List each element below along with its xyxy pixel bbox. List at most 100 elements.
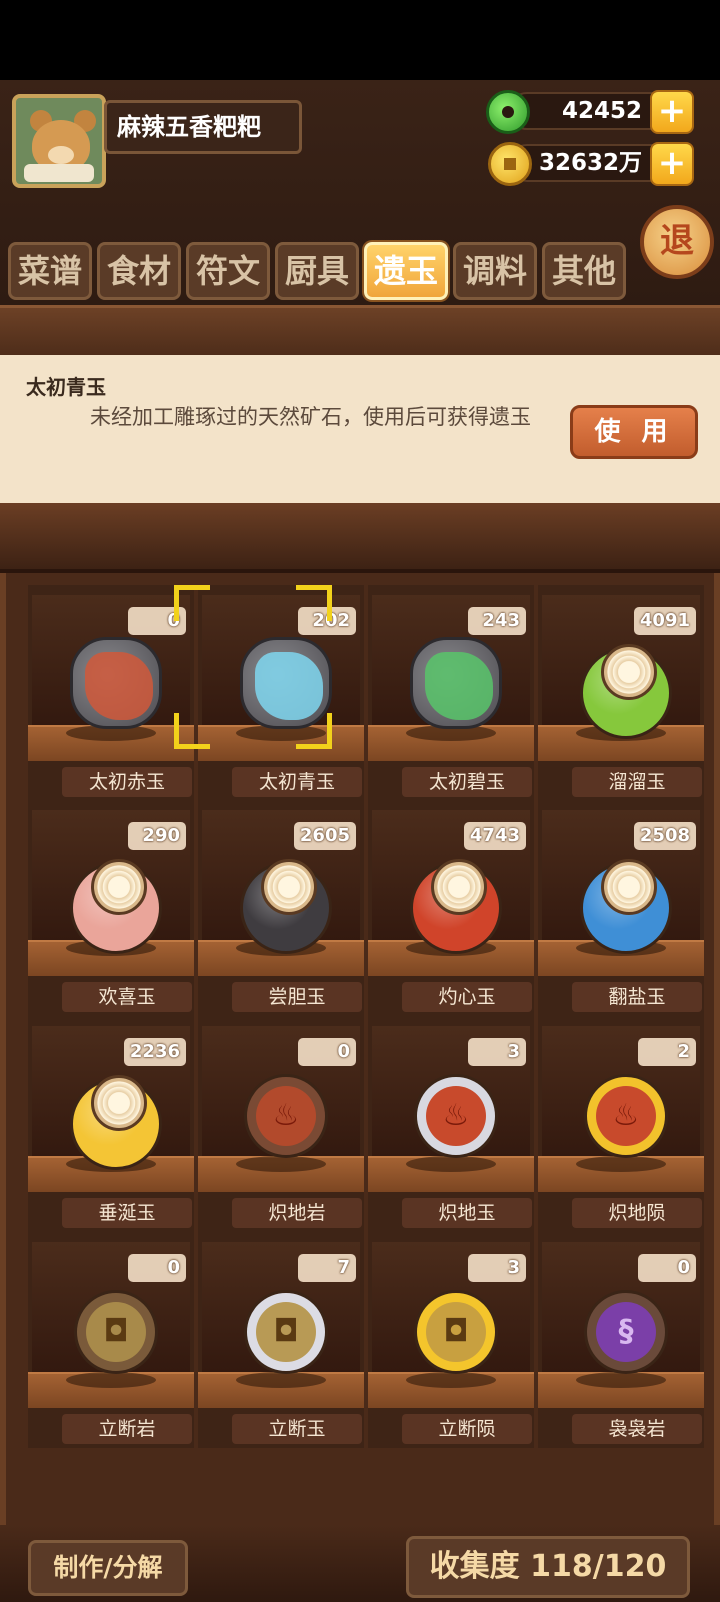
tab-other[interactable]: 其他 [542, 242, 626, 300]
bear-snout-icon [48, 146, 74, 164]
item-slot[interactable]: 243 太初碧玉 [368, 585, 534, 801]
item-name-label: 立断玉 [232, 1414, 362, 1444]
item-slot[interactable]: ♨ 2 炽地陨 [538, 1016, 704, 1232]
green-ore-icon [410, 637, 502, 729]
item-name-label: 欢喜玉 [62, 982, 192, 1012]
green-jade-icon [580, 644, 672, 739]
collection-progress: 收集度 118/120 [406, 1536, 690, 1598]
item-slot[interactable]: ◘ 0 立断岩 [28, 1232, 194, 1448]
item-name-label: 炽地岩 [232, 1198, 362, 1228]
blue-jade-icon [580, 859, 672, 954]
item-slot[interactable]: § 0 袅袅岩 [538, 1232, 704, 1448]
item-name-label: 炽地陨 [572, 1198, 702, 1228]
item-name-label: 尝胆玉 [232, 982, 362, 1012]
item-count: 0 [638, 1254, 696, 1282]
pink-jade-icon [70, 859, 162, 954]
item-count: 2605 [293, 822, 356, 850]
mouth-meteor-icon: ◘ [414, 1290, 498, 1374]
shelf-top [0, 305, 720, 355]
item-shadow [576, 1156, 666, 1172]
fire-rock-icon: ♨ [244, 1074, 328, 1158]
fire-meteor-icon: ♨ [584, 1074, 668, 1158]
selection-bracket [174, 585, 210, 621]
item-count: 0 [128, 1254, 186, 1282]
item-name-label: 太初碧玉 [402, 767, 532, 797]
coin-icon [488, 142, 532, 186]
item-count: 3 [468, 1038, 526, 1066]
tab-relic-jade[interactable]: 遗玉 [364, 242, 448, 300]
item-slot[interactable]: 290 欢喜玉 [28, 800, 194, 1016]
cabinet-header [0, 503, 720, 573]
player-name: 麻辣五香粑粑 [104, 100, 302, 154]
avatar[interactable] [12, 94, 106, 188]
item-slot[interactable]: 2508 翻盐玉 [538, 800, 704, 1016]
jade-icon [486, 90, 530, 134]
item-detail-panel: 太初青玉 未经加工雕琢过的天然矿石，使用后可获得遗玉 使 用 [0, 355, 720, 503]
add-coins-button[interactable]: + [650, 142, 694, 186]
item-count: 290 [128, 822, 186, 850]
jade-amount: 42452 [561, 98, 642, 124]
item-name-label: 袅袅岩 [572, 1414, 702, 1444]
item-count: 2236 [123, 1038, 186, 1066]
selection-bracket [174, 713, 210, 749]
selection-bracket [296, 585, 332, 621]
tab-ingredients[interactable]: 食材 [97, 242, 181, 300]
item-slot[interactable]: ♨ 3 炽地玉 [368, 1016, 534, 1232]
red-jade-icon [410, 859, 502, 954]
mouth-rock-icon: ◘ [74, 1290, 158, 1374]
detail-item-name: 太初青玉 [26, 375, 106, 399]
item-count: 4743 [463, 822, 526, 850]
item-shadow [406, 1156, 496, 1172]
item-slot[interactable]: 2236 垂涎玉 [28, 1016, 194, 1232]
coin-currency: 32632万 + [508, 142, 694, 186]
item-shadow [66, 1372, 156, 1388]
item-name-label: 太初青玉 [232, 767, 362, 797]
craft-decompose-button[interactable]: 制作/分解 [28, 1540, 188, 1596]
item-name-label: 立断陨 [402, 1414, 532, 1444]
item-count: 3 [468, 1254, 526, 1282]
item-name-label: 立断岩 [62, 1414, 192, 1444]
item-slot[interactable]: 4091 溜溜玉 [538, 585, 704, 801]
fire-jade-icon: ♨ [414, 1074, 498, 1158]
black-jade-icon [240, 859, 332, 954]
selection-bracket [296, 713, 332, 749]
item-count: 243 [468, 607, 526, 635]
item-count: 4091 [633, 607, 696, 635]
tab-recipes[interactable]: 菜谱 [8, 242, 92, 300]
item-shadow [406, 1372, 496, 1388]
smoke-rock-icon: § [584, 1290, 668, 1374]
item-shadow [576, 1372, 666, 1388]
coin-amount: 32632万 [538, 150, 642, 176]
yellow-jade-icon [70, 1075, 162, 1170]
item-shadow [236, 1372, 326, 1388]
exit-button[interactable]: 退 [640, 205, 714, 279]
item-slot[interactable]: ◘ 7 立断玉 [198, 1232, 364, 1448]
item-name-label: 太初赤玉 [62, 767, 192, 797]
item-shadow [236, 1156, 326, 1172]
jade-currency: 42452 + [508, 90, 694, 134]
item-slot[interactable]: 2605 尝胆玉 [198, 800, 364, 1016]
item-slot[interactable]: 0 太初赤玉 [28, 585, 194, 801]
item-slot[interactable]: ♨ 0 炽地岩 [198, 1016, 364, 1232]
tab-cookware[interactable]: 厨具 [275, 242, 359, 300]
item-count: 7 [298, 1254, 356, 1282]
item-slot[interactable]: ◘ 3 立断陨 [368, 1232, 534, 1448]
item-slot[interactable]: 202 太初青玉 [198, 585, 364, 801]
use-button[interactable]: 使 用 [570, 405, 698, 459]
item-slot[interactable]: 4743 灼心玉 [368, 800, 534, 1016]
item-count: 2 [638, 1038, 696, 1066]
mouth-jade-icon: ◘ [244, 1290, 328, 1374]
item-name-label: 翻盐玉 [572, 982, 702, 1012]
item-name-label: 垂涎玉 [62, 1198, 192, 1228]
item-name-label: 溜溜玉 [572, 767, 702, 797]
item-name-label: 灼心玉 [402, 982, 532, 1012]
tab-runes[interactable]: 符文 [186, 242, 270, 300]
plate-icon [24, 164, 94, 182]
item-name-label: 炽地玉 [402, 1198, 532, 1228]
detail-item-description: 未经加工雕琢过的天然矿石，使用后可获得遗玉 [90, 405, 531, 429]
red-ore-icon [70, 637, 162, 729]
add-jade-button[interactable]: + [650, 90, 694, 134]
item-count: 0 [298, 1038, 356, 1066]
tab-seasonings[interactable]: 调料 [453, 242, 537, 300]
item-count: 2508 [633, 822, 696, 850]
